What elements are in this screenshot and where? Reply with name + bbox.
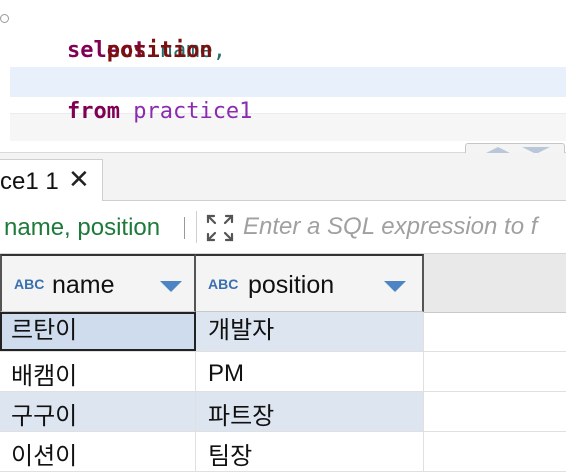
table-row[interactable]: 르탄이 개발자 bbox=[0, 312, 566, 352]
table-row[interactable]: 구구이 파트장 bbox=[0, 392, 566, 432]
column-header-name[interactable]: ABC name bbox=[0, 254, 196, 312]
close-icon[interactable]: ✕ bbox=[68, 166, 90, 192]
sql-keyword: from bbox=[66, 99, 120, 124]
row-filler bbox=[424, 352, 566, 391]
sql-table-name: practice1 bbox=[133, 99, 253, 124]
order-by-text[interactable]: name, position bbox=[4, 214, 160, 242]
sort-dropdown-icon[interactable] bbox=[384, 281, 406, 292]
sort-dropdown-icon[interactable] bbox=[160, 281, 182, 292]
column-header-position[interactable]: ABC position bbox=[196, 254, 424, 312]
column-header-label: name bbox=[52, 271, 115, 299]
results-tab[interactable]: ce1 1 ✕ bbox=[0, 159, 103, 201]
divider bbox=[196, 211, 197, 243]
filter-bar: name, position bbox=[0, 201, 566, 254]
filter-expression-input[interactable] bbox=[243, 209, 566, 245]
sql-column: position bbox=[106, 38, 213, 63]
column-header-label: position bbox=[248, 271, 335, 299]
text-cursor bbox=[184, 217, 185, 239]
code-line-1[interactable]: select name, bbox=[14, 6, 226, 63]
row-filler bbox=[424, 432, 566, 471]
table-row[interactable]: 이션이 팀장 bbox=[0, 432, 566, 472]
results-tab-label: ce1 1 bbox=[0, 168, 59, 195]
text-type-badge: ABC bbox=[208, 276, 239, 292]
results-tab-bar: ce1 1 ✕ bbox=[0, 153, 566, 201]
row-filler bbox=[424, 392, 566, 431]
cell-name[interactable]: 배캠이 bbox=[0, 352, 196, 391]
table-row[interactable]: 배캠이 PM bbox=[0, 352, 566, 392]
code-line-2[interactable]: position bbox=[14, 36, 213, 66]
expand-icon[interactable] bbox=[205, 213, 235, 243]
sql-editor[interactable]: select name, position from practice1 bbox=[0, 0, 566, 145]
header-filler bbox=[424, 254, 566, 313]
cell-position[interactable]: 파트장 bbox=[196, 392, 424, 431]
cell-name[interactable]: 르탄이 bbox=[0, 312, 196, 351]
cell-position[interactable]: 개발자 bbox=[196, 312, 424, 351]
cell-position[interactable]: PM bbox=[196, 352, 424, 391]
row-filler bbox=[424, 312, 566, 351]
text-type-badge: ABC bbox=[14, 276, 45, 292]
fold-toggle-icon[interactable] bbox=[0, 14, 9, 23]
cell-name[interactable]: 이션이 bbox=[0, 432, 196, 471]
cell-position[interactable]: 팀장 bbox=[196, 432, 424, 471]
results-grid: ABC name ABC position 르탄이 개발자 배캠이 PM 구구이… bbox=[0, 254, 566, 476]
code-line-3[interactable]: from practice1 bbox=[14, 67, 252, 124]
cell-name[interactable]: 구구이 bbox=[0, 392, 196, 431]
